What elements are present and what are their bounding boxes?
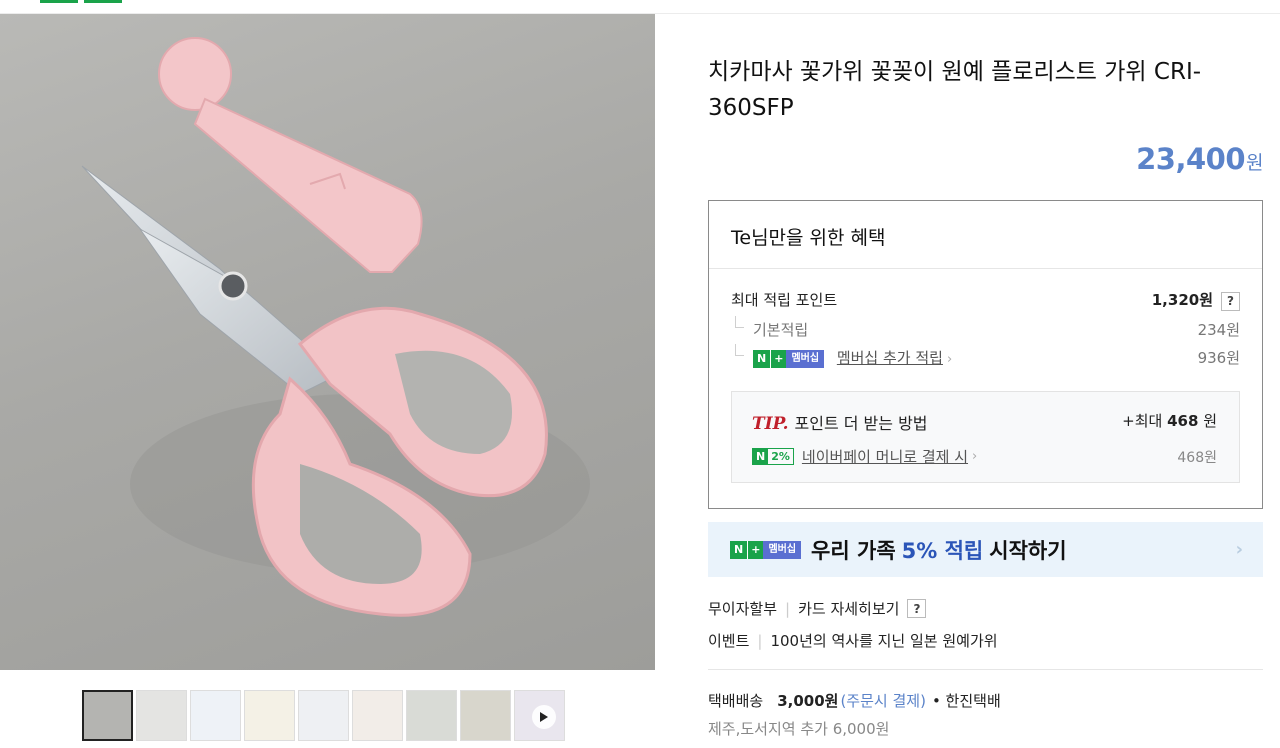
membership-points-link[interactable]: 멤버십 추가 적립 xyxy=(837,349,943,367)
shipping-row: 택배배송 3,000원 (주문시 결제) • 한진택배 xyxy=(708,690,1001,711)
product-main-image[interactable] xyxy=(0,14,655,670)
thumbnail-4[interactable] xyxy=(244,690,295,741)
thumbnail-video[interactable] xyxy=(514,690,565,741)
blade-cover xyxy=(158,37,423,273)
product-title: 치카마사 꽃가위 꽃꽂이 원예 플로리스트 가위 CRI-360SFP xyxy=(708,59,1202,121)
chevron-right-icon: › xyxy=(946,352,953,367)
thumbnail-6[interactable] xyxy=(352,690,403,741)
thumbnail-3[interactable] xyxy=(190,690,241,741)
price-value: 23,400 xyxy=(1136,142,1246,176)
thumbnail-2[interactable] xyxy=(136,690,187,741)
promo-pre: 우리 가족 xyxy=(811,538,896,563)
thumbnail-8[interactable] xyxy=(460,690,511,741)
top-strip xyxy=(0,0,1280,14)
promo-post: 시작하기 xyxy=(989,538,1067,563)
tip-title-text: 포인트 더 받는 방법 xyxy=(794,414,928,433)
membership-points-row: N + 멤버십 멤버십 추가 적립 › 936원 xyxy=(731,344,1240,368)
badge-member: 멤버십 xyxy=(763,540,802,559)
naverpay-badge-n: N xyxy=(753,448,769,465)
thumbnail-strip xyxy=(82,690,565,744)
max-points-value-wrap: 1,320원? xyxy=(1152,289,1240,311)
naverpay-badge-pct: 2% xyxy=(771,450,790,463)
tip-title: TIP. 포인트 더 받는 방법 xyxy=(752,410,928,434)
naverpay-link[interactable]: 네이버페이 머니로 결제 시 xyxy=(802,446,968,467)
naver-membership-badge: N + 멤버십 xyxy=(753,349,825,368)
badge-member: 멤버십 xyxy=(786,349,825,368)
basic-points-value: 234원 xyxy=(1197,321,1240,339)
basic-points-label: 기본적립 xyxy=(731,316,808,340)
shipping-label: 택배배송 xyxy=(708,692,764,710)
max-points-label: 최대 적립 포인트 xyxy=(731,291,838,310)
help-button[interactable]: ? xyxy=(907,599,927,618)
benefit-heading: Te님만을 위한 혜택 xyxy=(709,201,1262,269)
event-text: 100년의 역사를 지닌 일본 원예가위 xyxy=(770,632,998,650)
tip-max-value: 468 xyxy=(1167,412,1199,430)
max-points-value: 1,320원 xyxy=(1151,291,1213,309)
shipping-price: 3,000원 xyxy=(777,692,839,710)
chevron-right-icon: › xyxy=(972,449,978,464)
product-info-panel: 치카마사 꽃가위 꽃꽂이 원예 플로리스트 가위 CRI-360SFP 23,4… xyxy=(655,14,1280,748)
tip-max: +최대 468 원 xyxy=(1122,410,1217,431)
top-tab-indicator xyxy=(84,0,122,3)
divider xyxy=(708,669,1263,670)
membership-promo-banner[interactable]: N + 멤버십 우리 가족 5% 적립 시작하기 › xyxy=(708,522,1263,577)
benefit-box: Te님만을 위한 혜택 최대 적립 포인트 1,320원? 기본적립 234원 … xyxy=(708,200,1263,509)
badge-plus: + xyxy=(747,540,764,559)
tip-max-unit: 원 xyxy=(1203,412,1217,430)
shipping-courier: • 한진택배 xyxy=(931,692,1001,710)
thumbnail-1[interactable] xyxy=(82,690,133,741)
chevron-right-icon: › xyxy=(1235,539,1243,560)
tip-max-prefix: +최대 xyxy=(1122,412,1163,430)
separator: | xyxy=(757,631,763,650)
membership-points-value: 936원 xyxy=(1197,349,1240,367)
event-row: 이벤트 | 100년의 역사를 지닌 일본 원예가위 xyxy=(708,630,998,651)
badge-n: N xyxy=(730,540,748,559)
card-detail-link[interactable]: 카드 자세히보기 xyxy=(798,598,899,619)
play-icon xyxy=(532,705,556,729)
max-points-row: 최대 적립 포인트 1,320원? xyxy=(731,289,1240,311)
separator: | xyxy=(785,599,791,618)
naver-membership-badge: N + 멤버십 xyxy=(730,540,802,559)
shipping-note: (주문시 결제) xyxy=(840,692,926,710)
top-tab-indicator xyxy=(40,0,78,3)
shipping-extra: 제주,도서지역 추가 6,000원 xyxy=(708,720,890,738)
badge-n: N xyxy=(753,349,771,368)
membership-points-wrap: N + 멤버십 멤버십 추가 적립 › xyxy=(731,344,953,368)
product-price: 23,400원 xyxy=(1136,142,1263,176)
naverpay-value: 468원 xyxy=(1177,450,1217,466)
basic-points-row: 기본적립 234원 xyxy=(731,316,1240,340)
thumbnail-7[interactable] xyxy=(406,690,457,741)
tip-box: TIP. 포인트 더 받는 방법 +최대 468 원 N 2% 네이버페이 머니로 … xyxy=(731,391,1240,483)
help-button[interactable]: ? xyxy=(1221,291,1240,311)
event-label: 이벤트 xyxy=(708,632,750,650)
tip-word: TIP. xyxy=(752,414,789,434)
scissors-illustration xyxy=(81,37,590,617)
naverpay-badge: N 2% xyxy=(752,448,794,465)
installment-label: 무이자할부 xyxy=(708,600,778,618)
badge-plus: + xyxy=(770,349,787,368)
installment-row: 무이자할부 | 카드 자세히보기 ? xyxy=(708,598,927,619)
naverpay-row: N 2% 네이버페이 머니로 결제 시 › xyxy=(752,446,977,467)
thumbnail-5[interactable] xyxy=(298,690,349,741)
price-unit: 원 xyxy=(1246,152,1263,174)
promo-highlight: 5% 적립 xyxy=(901,538,984,563)
